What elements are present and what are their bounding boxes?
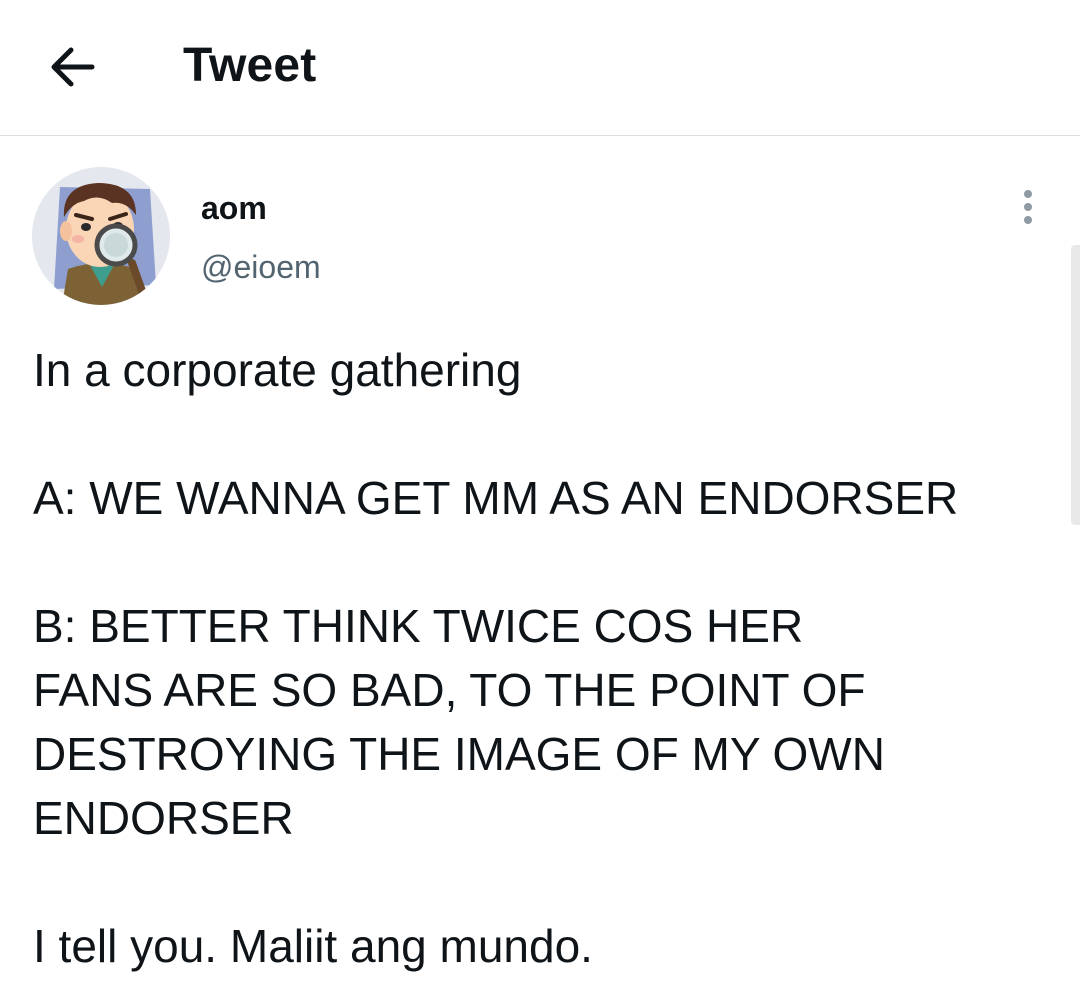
more-options-button[interactable] (1010, 186, 1046, 230)
author-handle[interactable]: @eioem (201, 247, 321, 287)
top-bar: Tweet (0, 0, 1080, 136)
author-display-name[interactable]: aom (201, 188, 267, 228)
arrow-left-icon (51, 47, 95, 87)
back-button[interactable] (44, 44, 100, 90)
more-vertical-icon (1024, 190, 1032, 224)
scrollbar[interactable] (1071, 245, 1080, 525)
page-title: Tweet (183, 39, 317, 92)
tweet-text: In a corporate gathering A: WE WANNA GET… (33, 344, 959, 972)
cartoon-detective-avatar (32, 167, 170, 305)
avatar[interactable] (32, 167, 170, 305)
